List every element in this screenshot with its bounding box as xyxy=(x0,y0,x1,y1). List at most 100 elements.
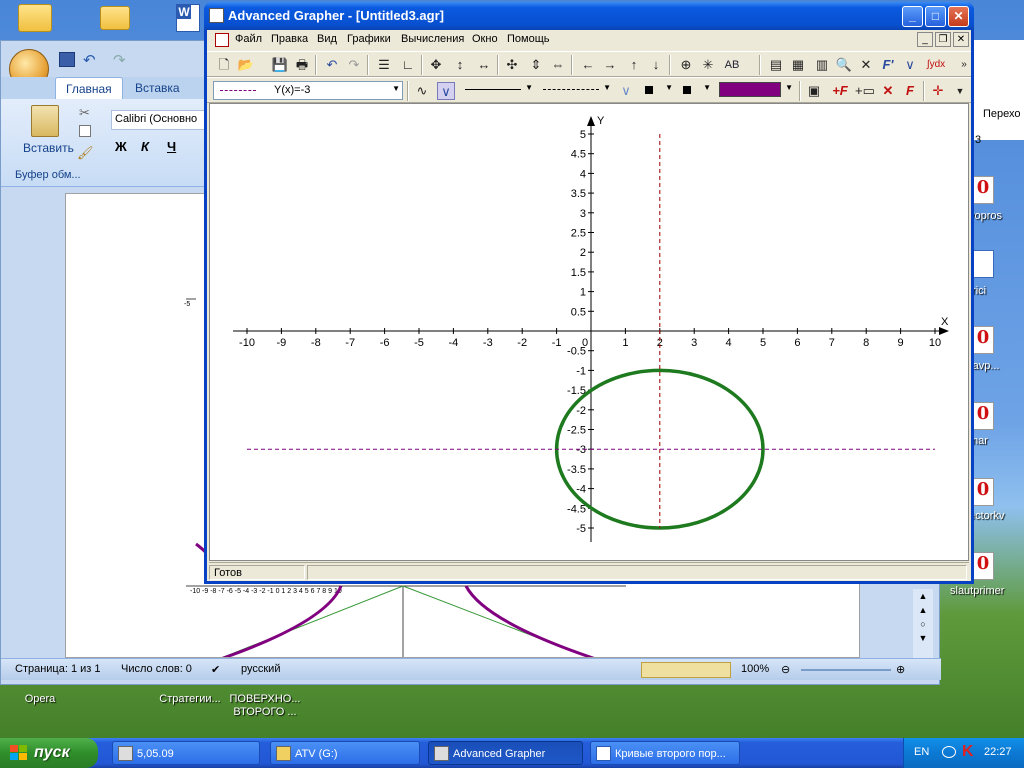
view-buttons[interactable] xyxy=(641,662,731,678)
vertical-scale-icon[interactable]: ↕ xyxy=(451,56,469,74)
derivative-icon[interactable]: F' xyxy=(879,56,897,74)
zoom-horizontal-icon[interactable]: ⇔ xyxy=(549,56,567,74)
pdf-doc-icon[interactable]: 0 xyxy=(972,552,994,580)
delete-icon[interactable]: ✕ xyxy=(879,82,897,100)
desktop-icon-opera[interactable]: Opera xyxy=(0,676,80,705)
menu-edit[interactable]: Правка xyxy=(271,33,308,45)
dash-style-select[interactable]: ▼ xyxy=(539,81,613,100)
undo-icon[interactable]: ↶ xyxy=(323,56,341,74)
close-button[interactable]: ✕ xyxy=(948,6,969,27)
color-select[interactable]: ▼ xyxy=(719,81,795,100)
move-icon[interactable]: ✥ xyxy=(427,56,445,74)
network-icon[interactable] xyxy=(942,746,956,758)
tab-home[interactable]: Главная xyxy=(55,77,123,99)
language-indicator[interactable]: EN xyxy=(914,746,929,758)
fill-marker-select[interactable]: ▼ xyxy=(679,81,713,100)
function-edit-icon[interactable]: F xyxy=(901,82,919,100)
point-icon[interactable]: ✛ xyxy=(929,82,947,100)
tab-insert[interactable]: Вставка xyxy=(125,77,190,99)
arrow-right-icon[interactable]: → xyxy=(601,56,619,74)
quick-save-icon[interactable] xyxy=(59,52,75,67)
toolbar2-more-icon[interactable]: ▼ xyxy=(951,82,969,100)
curve-type-icon[interactable]: ∿ xyxy=(413,82,431,100)
zoom-out-icon[interactable]: ⊖ xyxy=(781,663,790,676)
print-icon[interactable]: 🖶 xyxy=(293,56,311,74)
axes-icon[interactable]: ∟ xyxy=(399,56,417,74)
integral-icon[interactable]: ∫ydx xyxy=(923,56,949,74)
line-style-select[interactable]: ▼ xyxy=(461,81,535,100)
maximize-button[interactable]: □ xyxy=(925,6,946,27)
open-file-icon[interactable]: 📂 xyxy=(237,56,255,74)
properties-icon[interactable]: ▣ xyxy=(805,82,823,100)
status-language[interactable]: русский xyxy=(241,663,280,675)
app-icon[interactable] xyxy=(209,8,224,23)
doc-icon[interactable] xyxy=(215,33,229,47)
title-bar[interactable]: Advanced Grapher - [Untitled3.agr] _ □ ✕ xyxy=(204,2,974,30)
status-page[interactable]: Страница: 1 из 1 xyxy=(15,663,101,675)
arrow-left-icon[interactable]: ← xyxy=(579,56,597,74)
text-label-icon[interactable]: AB xyxy=(723,56,741,74)
bold-button[interactable]: Ж xyxy=(115,139,127,154)
clock[interactable]: 22:27 xyxy=(984,746,1012,758)
pdf-doc-icon[interactable]: 0 xyxy=(972,326,994,354)
menu-view[interactable]: Вид xyxy=(317,33,337,45)
pdf-doc-icon[interactable]: 0 xyxy=(972,176,994,204)
menu-window[interactable]: Окно xyxy=(472,33,498,45)
status-word-count[interactable]: Число слов: 0 xyxy=(121,663,192,675)
intersection-icon[interactable]: ✕ xyxy=(857,56,875,74)
quick-undo-icon[interactable]: ↶ xyxy=(83,51,96,69)
text-doc-icon[interactable] xyxy=(972,250,994,278)
start-button[interactable]: пуск xyxy=(0,738,98,768)
desktop-icon-surfaces[interactable]: ПОВЕРХНО... ВТОРОГО ... xyxy=(222,676,308,719)
desktop-label-slautprimer[interactable]: slautprimer xyxy=(950,585,1004,597)
desktop-label-ectorkv[interactable]: ectorkv xyxy=(969,510,1004,522)
italic-button[interactable]: К xyxy=(141,139,149,154)
taskbar-item-word-doc[interactable]: Кривые второго пор... xyxy=(590,741,740,765)
menu-calculations[interactable]: Вычисления xyxy=(401,33,464,45)
zoom-vertical-icon[interactable]: ⇕ xyxy=(527,56,545,74)
function-select[interactable]: Y(x)=-3 ▼ xyxy=(213,81,403,100)
add-table-icon[interactable]: +▭ xyxy=(855,82,875,100)
desktop-word-doc-icon[interactable]: W xyxy=(176,4,200,32)
arrow-up-icon[interactable]: ↑ xyxy=(625,56,643,74)
vertex-icon[interactable]: ∨ xyxy=(617,82,635,100)
taskbar-item-advanced-grapher[interactable]: Advanced Grapher xyxy=(428,741,583,765)
tangent-icon[interactable]: ∨ xyxy=(901,56,919,74)
redo-icon[interactable]: ↷ xyxy=(345,56,363,74)
desktop-icon-strategies[interactable]: Стратегии... xyxy=(150,676,230,705)
new-file-icon[interactable]: 🗋 xyxy=(215,56,233,74)
menu-file[interactable]: Файл xyxy=(235,33,262,45)
menu-help[interactable]: Помощь xyxy=(507,33,550,45)
menu-graphs[interactable]: Графики xyxy=(347,33,391,45)
mdi-close-button[interactable]: ✕ xyxy=(953,32,969,47)
table-icon[interactable]: ▤ xyxy=(767,56,785,74)
pdf-doc-icon[interactable]: 0 xyxy=(972,478,994,506)
vertical-scrollbar[interactable]: ▲ ▲ ○ ▼ xyxy=(913,589,933,658)
list-icon[interactable]: ☰ xyxy=(375,56,393,74)
paste-icon[interactable] xyxy=(31,105,59,137)
plot-area[interactable]: X Y -10 -9 -8 -7 -6 -5 -4 -3 -2 -1 0 1 2 3 4 5 6 7 8 9 10 5 4.5 4… xyxy=(209,103,969,561)
cut-icon[interactable]: ✂ xyxy=(79,105,90,121)
format-painter-icon[interactable]: 🖌 xyxy=(77,145,94,161)
taskbar-item-camera[interactable]: 5,05.09 xyxy=(112,741,260,765)
graph-canvas[interactable]: XY-10 -9 -8 -7 -6 -5 -4 -3 -2 -1 0 1 2 3 4 5 6 7 8 9 1054.54… xyxy=(210,104,968,560)
minimize-button[interactable]: _ xyxy=(902,6,923,27)
mdi-restore-button[interactable]: ❐ xyxy=(935,32,951,47)
zoom-in-icon[interactable]: ⊕ xyxy=(896,663,905,676)
spreadsheet-icon[interactable]: ▥ xyxy=(813,56,831,74)
paste-button[interactable]: Вставить xyxy=(23,141,74,155)
horizontal-scale-icon[interactable]: ↔ xyxy=(475,56,493,74)
font-name-select[interactable]: Calibri (Основно xyxy=(111,110,207,130)
right-header-label[interactable]: Перехо xyxy=(983,108,1021,120)
pdf-doc-icon[interactable]: 0 xyxy=(972,402,994,430)
desktop-folder-icon[interactable] xyxy=(100,6,130,30)
antivirus-icon[interactable]: K xyxy=(962,743,974,761)
arrow-down-icon[interactable]: ↓ xyxy=(647,56,665,74)
underline-button[interactable]: Ч xyxy=(167,139,176,154)
spellcheck-icon[interactable]: ✔ xyxy=(211,663,220,676)
copy-icon[interactable] xyxy=(79,125,91,137)
zoom-slider[interactable] xyxy=(801,669,891,671)
save-icon[interactable]: 💾 xyxy=(271,56,289,74)
mdi-minimize-button[interactable]: _ xyxy=(917,32,933,47)
zoom-level[interactable]: 100% xyxy=(741,663,769,675)
